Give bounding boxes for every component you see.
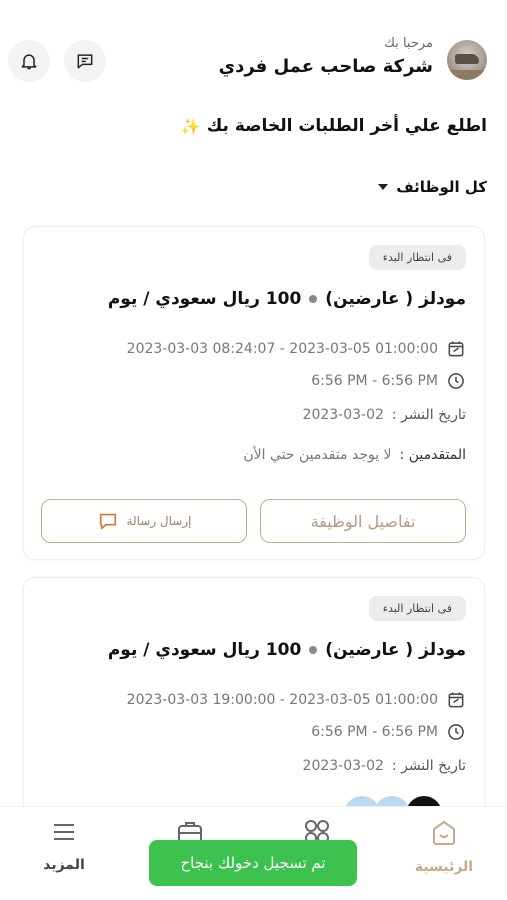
- job-role: مودلز ( عارضين): [325, 640, 466, 660]
- applicants-value: لا يوجد متقدمين حتي الأن: [243, 447, 392, 463]
- job-card[interactable]: فى انتظار البدء مودلز ( عارضين) 100 ريال…: [23, 226, 485, 560]
- published-label: تاريخ النشر :: [391, 407, 466, 423]
- menu-icon: [54, 824, 74, 840]
- chat-icon: [77, 54, 93, 69]
- jobs-filter-dropdown[interactable]: كل الوظائف: [378, 178, 487, 196]
- send-message-label: إرسال رسالة: [126, 514, 192, 528]
- published-label: تاريخ النشر :: [391, 758, 466, 774]
- nav-home-label: الرئيسية: [414, 859, 474, 875]
- messages-button[interactable]: [64, 40, 106, 82]
- job-time-row: 6:56 PM - 6:56 PM: [311, 371, 466, 391]
- calendar-icon: [448, 341, 464, 357]
- status-badge: فى انتظار البدء: [368, 245, 466, 270]
- job-details-button[interactable]: تفاصيل الوظيفة: [260, 499, 466, 543]
- greeting-text: مرحبا بك: [384, 36, 433, 51]
- job-title: مودلز ( عارضين) 100 ريال سعودي / يوم: [108, 289, 466, 309]
- notifications-button[interactable]: [8, 40, 50, 82]
- toast-text: تم تسجيل دخولك بنجاح: [180, 854, 326, 872]
- status-badge: فى انتظار البدء: [368, 596, 466, 621]
- published-row: تاريخ النشر : 2023-03-02: [303, 758, 466, 774]
- job-time: 6:56 PM - 6:56 PM: [311, 724, 438, 740]
- chevron-down-icon: [378, 184, 389, 190]
- job-title: مودلز ( عارضين) 100 ريال سعودي / يوم: [108, 640, 466, 660]
- section-subtitle: اطلع علي أخر الطلبات الخاصة بك ✨: [181, 116, 487, 136]
- login-success-toast: تم تسجيل دخولك بنجاح: [149, 840, 357, 886]
- chat-bubble-icon: [99, 513, 116, 530]
- separator-dot: [309, 646, 318, 654]
- job-role: مودلز ( عارضين): [325, 289, 466, 309]
- clock-icon: [448, 373, 464, 389]
- nav-item-home[interactable]: الرئيسية: [404, 817, 484, 875]
- applicants-row: المتقدمين : لا يوجد متقدمين حتي الأن: [243, 447, 466, 463]
- home-icon: [433, 821, 455, 845]
- nav-more-label: المزيد: [43, 857, 85, 873]
- job-card[interactable]: فى انتظار البدء مودلز ( عارضين) 100 ريال…: [23, 577, 485, 837]
- job-dates: 2023-03-03 08:24:07 - 2023-03-05 01:00:0…: [126, 341, 438, 357]
- published-date: 2023-03-02: [302, 758, 384, 774]
- separator-dot: [309, 295, 318, 303]
- job-dates-row: 2023-03-03 19:00:00 - 2023-03-05 01:00:0…: [127, 690, 466, 710]
- calendar-icon: [448, 692, 464, 708]
- job-dates-row: 2023-03-03 08:24:07 - 2023-03-05 01:00:0…: [127, 339, 466, 359]
- sparkle-icon: ✨: [180, 116, 201, 136]
- company-avatar[interactable]: [447, 40, 487, 80]
- header: مرحبا بك شركة صاحب عمل فردي: [0, 34, 507, 90]
- job-time-row: 6:56 PM - 6:56 PM: [311, 722, 466, 742]
- job-pay: 100 ريال سعودي / يوم: [107, 640, 302, 660]
- nav-item-more[interactable]: المزيد: [24, 817, 104, 873]
- send-message-button[interactable]: إرسال رسالة: [41, 499, 247, 543]
- subtitle-text: اطلع علي أخر الطلبات الخاصة بك: [206, 116, 487, 136]
- job-details-label: تفاصيل الوظيفة: [310, 511, 416, 531]
- company-name: شركة صاحب عمل فردي: [218, 56, 433, 77]
- job-dates: 2023-03-03 19:00:00 - 2023-03-05 01:00:0…: [126, 692, 438, 708]
- job-pay: 100 ريال سعودي / يوم: [107, 289, 302, 309]
- published-date: 2023-03-02: [302, 407, 384, 423]
- applicants-label: المتقدمين :: [399, 447, 466, 463]
- filter-label: كل الوظائف: [396, 178, 487, 196]
- job-time: 6:56 PM - 6:56 PM: [311, 373, 438, 389]
- clock-icon: [448, 724, 464, 740]
- bell-icon: [21, 54, 37, 70]
- published-row: تاريخ النشر : 2023-03-02: [303, 407, 466, 423]
